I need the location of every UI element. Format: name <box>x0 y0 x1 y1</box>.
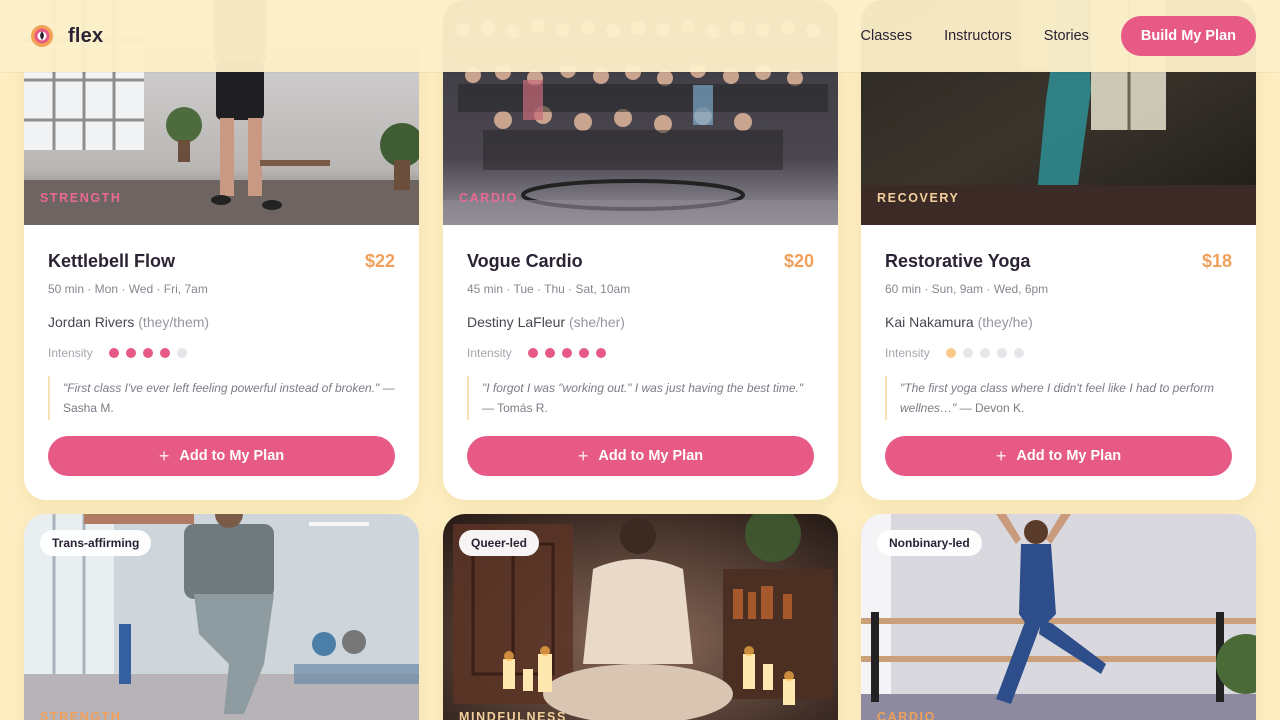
testimonial: "The first yoga class where I didn't fee… <box>885 376 1232 420</box>
plus-icon: + <box>158 446 170 466</box>
intensity-label: Intensity <box>48 346 93 360</box>
class-schedule: 60 min · Sun, 9am · Wed, 6pm <box>885 282 1049 296</box>
class-card-mindfulness-queer-led: Queer-led Mindfulness <box>443 514 838 720</box>
class-card-kettlebell-flow: Strength Kettlebell Flow $22 50 min · Mo… <box>24 0 419 500</box>
class-photo: Queer-led Mindfulness <box>443 514 838 720</box>
intensity-dot <box>176 348 187 358</box>
brand-logo[interactable]: flex <box>30 24 103 48</box>
instructor-name: Jordan Rivers (they/them) <box>48 314 395 330</box>
category-label: Strength <box>40 191 122 205</box>
title-row: Vogue Cardio $20 <box>467 251 814 272</box>
build-my-plan-button[interactable]: Build My Plan <box>1120 16 1256 56</box>
class-schedule: 50 min · Mon · Wed · Fri, 7am <box>48 282 208 296</box>
add-to-plan-button[interactable]: + Add to My Plan <box>48 436 395 476</box>
intensity-dots <box>945 348 1024 358</box>
badge-pill: Trans-affirming <box>40 530 152 556</box>
category-label: Cardio <box>877 710 936 720</box>
instructor-name: Destiny LaFleur (she/her) <box>467 314 814 330</box>
class-price: $20 <box>783 251 814 271</box>
nav-link-classes[interactable]: Classes <box>861 28 913 44</box>
add-to-plan-label: Add to My Plan <box>179 448 285 464</box>
class-price: $18 <box>1201 251 1232 271</box>
intensity-dot <box>125 348 136 358</box>
intensity-dot <box>578 348 589 358</box>
badge-pill: Nonbinary-led <box>877 530 982 556</box>
nav-links: Classes Instructors Stories <box>861 28 1089 44</box>
title-row: Restorative Yoga $18 <box>885 251 1232 272</box>
intensity-dot <box>595 348 606 358</box>
intensity-dot <box>527 348 538 358</box>
intensity-dot <box>108 348 119 358</box>
brand-name: flex <box>68 24 104 47</box>
intensity-dot <box>544 348 555 358</box>
plus-icon: + <box>995 446 1007 466</box>
badge-pill: Queer-led <box>459 530 540 556</box>
card-body: Kettlebell Flow $22 50 min · Mon · Wed ·… <box>24 225 419 500</box>
testimonial-text: "First class I've ever left feeling powe… <box>63 381 380 395</box>
testimonial-author: — Tomás R. <box>482 401 548 415</box>
class-title: Vogue Cardio <box>467 251 583 271</box>
testimonial-text: "I forgot I was "working out." I was jus… <box>482 381 804 395</box>
class-price: $22 <box>364 251 395 271</box>
add-to-plan-label: Add to My Plan <box>598 448 704 464</box>
intensity-rating: Intensity <box>48 346 395 360</box>
plus-icon: + <box>577 446 589 466</box>
intensity-dot <box>1013 348 1024 358</box>
intensity-dots <box>108 348 187 358</box>
nav-link-instructors[interactable]: Instructors <box>944 28 1012 44</box>
category-label: Recovery <box>877 191 960 205</box>
class-title: Restorative Yoga <box>885 251 1031 271</box>
intensity-label: Intensity <box>885 346 930 360</box>
card-body: Restorative Yoga $18 60 min · Sun, 9am ·… <box>861 225 1256 500</box>
category-label: Mindfulness <box>459 710 567 720</box>
instructor-pronouns: (she/her) <box>568 314 625 330</box>
category-label: Strength <box>40 710 122 720</box>
top-nav: flex Classes Instructors Stories Build M… <box>0 0 1280 72</box>
intensity-dot <box>945 348 956 358</box>
intensity-dots <box>527 348 606 358</box>
instructor-label: Kai Nakamura <box>885 314 974 330</box>
class-schedule: 45 min · Tue · Thu · Sat, 10am <box>467 282 631 296</box>
instructor-label: Jordan Rivers <box>48 314 135 330</box>
intensity-dot <box>142 348 153 358</box>
intensity-label: Intensity <box>467 346 512 360</box>
add-to-plan-label: Add to My Plan <box>1016 448 1122 464</box>
intensity-dot <box>996 348 1007 358</box>
testimonial: "I forgot I was "working out." I was jus… <box>467 376 814 420</box>
flame-logo-icon <box>31 25 53 47</box>
instructor-pronouns: (they/he) <box>977 314 1033 330</box>
class-card-strength-trans-affirming: Trans-affirming Strength <box>24 514 419 720</box>
instructor-label: Destiny LaFleur <box>467 314 566 330</box>
add-to-plan-button[interactable]: + Add to My Plan <box>885 436 1232 476</box>
class-card-vogue-cardio: Cardio Vogue Cardio $20 45 min · Tue · T… <box>443 0 838 500</box>
intensity-dot <box>159 348 170 358</box>
add-to-plan-button[interactable]: + Add to My Plan <box>467 436 814 476</box>
class-photo: Nonbinary-led Cardio <box>861 514 1256 720</box>
testimonial-text: "The first yoga class where I didn't fee… <box>900 381 1215 415</box>
class-title: Kettlebell Flow <box>48 251 176 271</box>
nav-link-stories[interactable]: Stories <box>1044 28 1089 44</box>
class-card-restorative-yoga: Recovery Restorative Yoga $18 60 min · S… <box>861 0 1256 500</box>
card-body: Vogue Cardio $20 45 min · Tue · Thu · Sa… <box>443 225 838 500</box>
title-row: Kettlebell Flow $22 <box>48 251 395 272</box>
intensity-rating: Intensity <box>467 346 814 360</box>
instructor-pronouns: (they/them) <box>138 314 210 330</box>
intensity-rating: Intensity <box>885 346 1232 360</box>
class-photo: Trans-affirming Strength <box>24 514 419 720</box>
intensity-dot <box>962 348 973 358</box>
testimonial: "First class I've ever left feeling powe… <box>48 376 395 420</box>
class-card-cardio-nonbinary-led: Nonbinary-led Cardio <box>861 514 1256 720</box>
category-label: Cardio <box>459 191 518 205</box>
testimonial-author: — Devon K. <box>959 401 1025 415</box>
intensity-dot <box>561 348 572 358</box>
intensity-dot <box>979 348 990 358</box>
instructor-name: Kai Nakamura (they/he) <box>885 314 1232 330</box>
